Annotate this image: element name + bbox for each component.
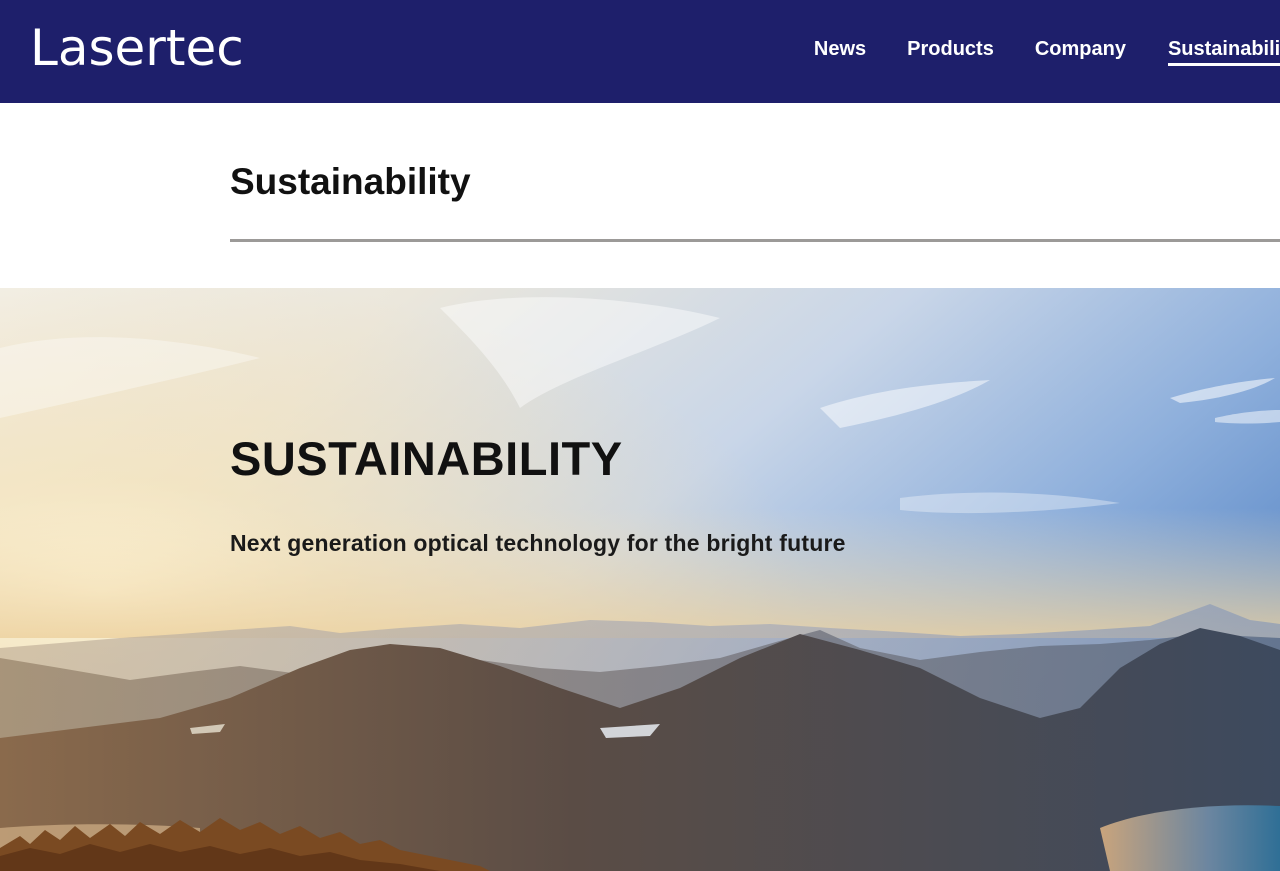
main-nav: News Products Company Sustainability [814,0,1280,103]
hero-banner: SUSTAINABILITY Next generation optical t… [0,288,1280,871]
mountain-landscape-image [0,288,1280,871]
lasertec-logo[interactable]: Lasertec [30,16,244,80]
nav-company[interactable]: Company [1035,36,1126,72]
hero-title: SUSTAINABILITY [230,432,623,485]
hero-subtitle: Next generation optical technology for t… [230,530,846,556]
nav-products[interactable]: Products [907,36,994,72]
nav-news[interactable]: News [814,36,866,72]
title-divider [230,239,1280,242]
site-header: Lasertec News Products Company Sustainab… [0,0,1280,103]
page-title: Sustainability [230,161,471,202]
nav-sustainability[interactable]: Sustainability [1167,36,1280,72]
